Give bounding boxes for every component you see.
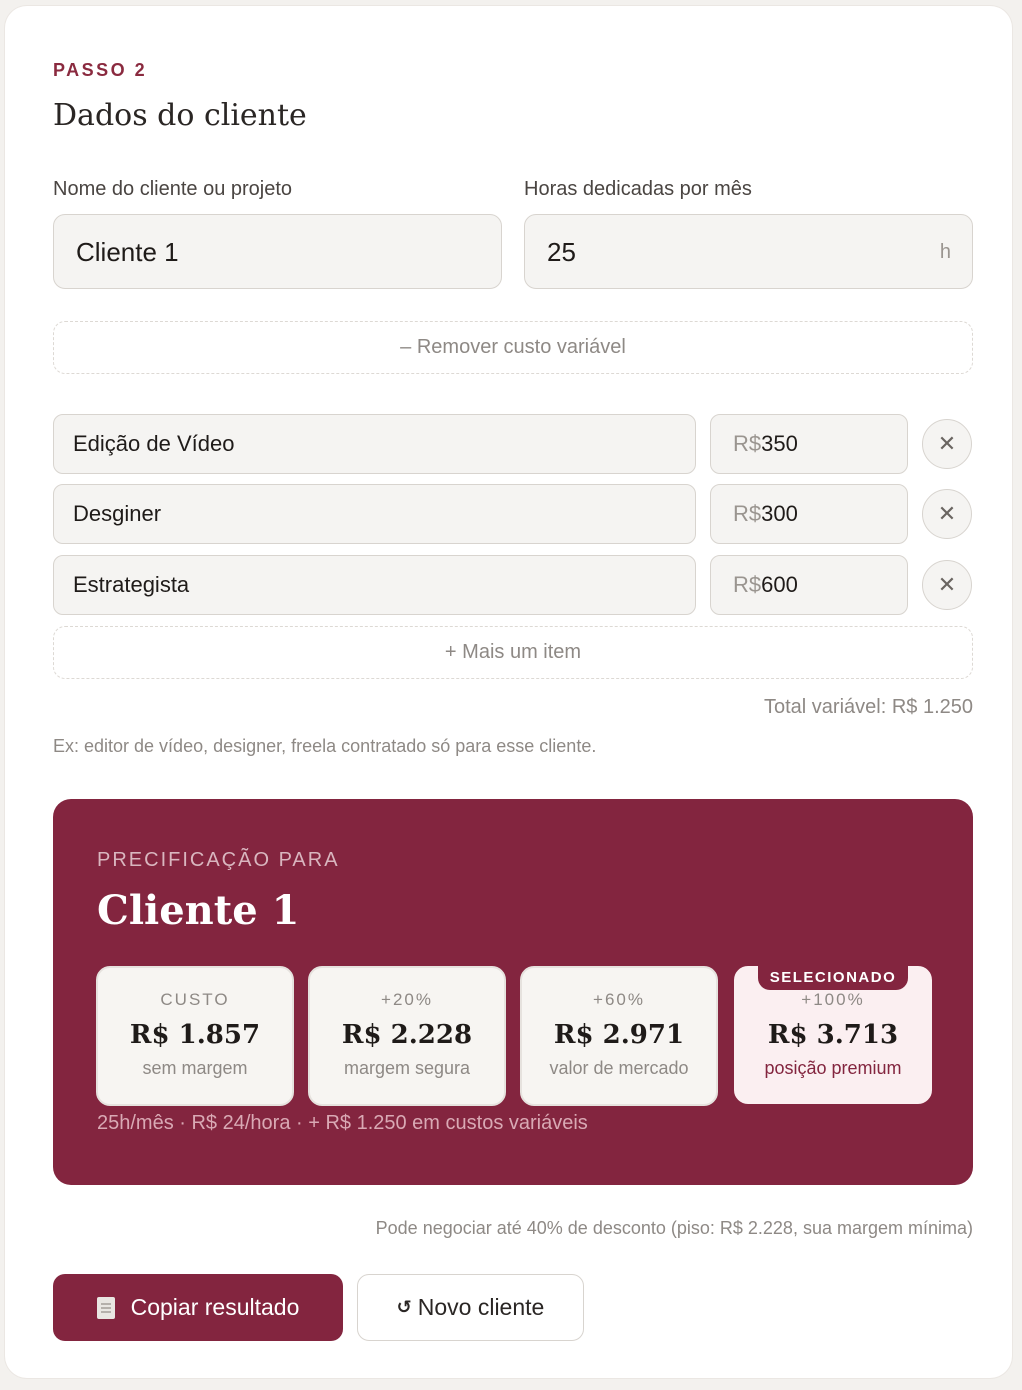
remove-item-button[interactable]: ✕ [922, 419, 972, 469]
negotiation-note: Pode negociar até 40% de desconto (piso:… [375, 1218, 973, 1238]
item-name-input[interactable]: Desginer [53, 484, 696, 544]
hours-value: 25 [547, 237, 576, 267]
item-cost-input[interactable]: R$ 600 [710, 555, 908, 615]
document-icon [96, 1296, 115, 1319]
client-name-value: Cliente 1 [76, 237, 179, 267]
close-icon: ✕ [937, 501, 957, 526]
remove-variable-cost-button[interactable]: – Remover custo variável [53, 321, 973, 374]
copy-result-label: Copiar resultado [130, 1294, 300, 1320]
tier-card-20[interactable]: +20% R$ 2.228 margem segura [308, 966, 506, 1106]
item-name-input[interactable]: Edição de Vídeo [53, 414, 696, 474]
tier-description: margem segura [343, 1058, 471, 1078]
tier-description: sem margem [142, 1058, 248, 1078]
step-card: PASSO 2 Dados do cliente Nome do cliente… [5, 6, 1012, 1378]
tier-value: R$ 2.971 [553, 1020, 685, 1050]
tier-description: valor de mercado [549, 1058, 689, 1078]
hours-suffix: h [939, 241, 951, 263]
new-client-label: Novo cliente [417, 1294, 545, 1320]
item-cost-value: 600 [761, 572, 798, 597]
tier-card-cost[interactable]: CUSTO R$ 1.857 sem margem [96, 966, 294, 1106]
tier-value: R$ 3.713 [767, 1020, 899, 1050]
remove-item-button[interactable]: ✕ [922, 560, 972, 610]
item-cost-input[interactable]: R$ 300 [710, 484, 908, 544]
item-cost-value: 350 [761, 431, 798, 456]
hours-label: Horas dedicadas por mês [524, 178, 752, 200]
pricing-client-name: Cliente 1 [97, 887, 300, 934]
pricing-label: PRECIFICAÇÃO PARA [97, 849, 340, 871]
item-cost-value: 300 [761, 501, 798, 526]
tier-label: +100% [801, 990, 865, 1009]
tier-card-100-selected[interactable]: SELECIONADO +100% R$ 3.713 posição premi… [734, 964, 932, 1104]
tier-value: R$ 1.857 [129, 1020, 261, 1050]
close-icon: ✕ [937, 431, 957, 456]
currency-prefix: R$ [733, 572, 762, 597]
pricing-panel: PRECIFICAÇÃO PARA Cliente 1 CUSTO R$ 1.8… [53, 799, 973, 1185]
copy-result-button[interactable]: Copiar resultado [53, 1274, 343, 1341]
client-name-label: Nome do cliente ou projeto [53, 178, 293, 200]
tier-value: R$ 2.228 [341, 1020, 473, 1050]
currency-prefix: R$ [733, 431, 762, 456]
tier-description: posição premium [764, 1058, 902, 1078]
page-title: Dados do cliente [53, 98, 307, 133]
tier-label: CUSTO [160, 990, 230, 1009]
item-cost-input[interactable]: R$ 350 [710, 414, 908, 474]
currency-prefix: R$ [733, 501, 762, 526]
selected-badge: SELECIONADO [758, 964, 908, 990]
step-label: PASSO 2 [53, 60, 148, 80]
close-icon: ✕ [937, 572, 957, 597]
total-variable: Total variável: R$ 1.250 [763, 696, 973, 718]
tier-label: +20% [381, 990, 433, 1009]
reload-icon: ↺ [396, 1297, 412, 1317]
new-client-button[interactable]: ↺ Novo cliente [357, 1274, 584, 1341]
tier-card-60[interactable]: +60% R$ 2.971 valor de mercado [520, 966, 718, 1106]
add-item-button[interactable]: + Mais um item [53, 626, 973, 679]
remove-item-button[interactable]: ✕ [922, 489, 972, 539]
client-name-input[interactable]: Cliente 1 [53, 214, 502, 289]
item-name-input[interactable]: Estrategista [53, 555, 696, 615]
tier-label: +60% [593, 990, 645, 1009]
hours-input[interactable]: 25 h [524, 214, 973, 289]
hint-text: Ex: editor de vídeo, designer, freela co… [53, 736, 597, 756]
pricing-summary: 25h/mês · R$ 24/hora · + R$ 1.250 em cus… [97, 1112, 588, 1134]
